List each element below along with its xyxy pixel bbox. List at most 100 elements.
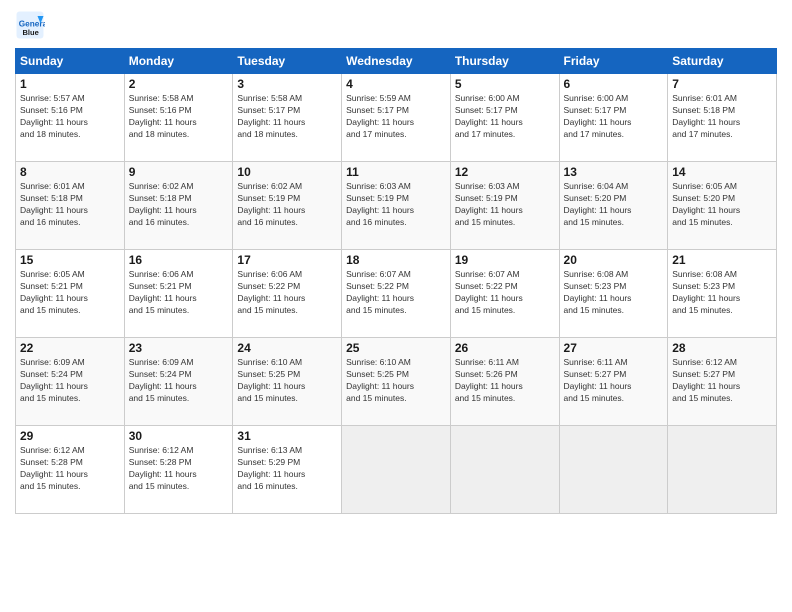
day-number: 30 (129, 429, 229, 443)
calendar-cell: 16 Sunrise: 6:06 AMSunset: 5:21 PMDayligh… (124, 250, 233, 338)
calendar-cell: 10Sunrise: 6:02 AMSunset: 5:19 PMDayligh… (233, 162, 342, 250)
calendar-cell: 14Sunrise: 6:05 AMSunset: 5:20 PMDayligh… (668, 162, 777, 250)
day-number: 10 (237, 165, 337, 179)
page: General Blue SundayMondayTuesdayWednesda… (0, 0, 792, 612)
calendar-cell: 19 Sunrise: 6:07 AMSunset: 5:22 PMDayligh… (450, 250, 559, 338)
day-number: 18 (346, 253, 446, 267)
day-info: Sunrise: 6:10 AMSunset: 5:25 PMDaylight:… (237, 357, 337, 405)
day-info: Sunrise: 6:08 AMSunset: 5:23 PMDaylight:… (564, 269, 664, 317)
day-info: Sunrise: 6:01 AMSunset: 5:18 PMDaylight:… (20, 181, 120, 229)
calendar-cell: 12 Sunrise: 6:03 AMSunset: 5:19 PMDayligh… (450, 162, 559, 250)
day-info: Sunrise: 6:11 AMSunset: 5:26 PMDaylight:… (455, 357, 555, 405)
day-number: 2 (129, 77, 229, 91)
calendar-cell: 15 Sunrise: 6:05 AMSunset: 5:21 PMDayligh… (16, 250, 125, 338)
calendar-cell: 21 Sunrise: 6:08 AMSunset: 5:23 PMDayligh… (668, 250, 777, 338)
day-info: Sunrise: 6:02 AMSunset: 5:18 PMDaylight:… (129, 181, 229, 229)
week-row-2: 8 Sunrise: 6:01 AMSunset: 5:18 PMDaylight… (16, 162, 777, 250)
logo: General Blue (15, 10, 49, 40)
day-number: 23 (129, 341, 229, 355)
header: General Blue (15, 10, 777, 40)
day-info: Sunrise: 6:13 AMSunset: 5:29 PMDaylight:… (237, 445, 337, 493)
day-info: Sunrise: 6:12 AMSunset: 5:28 PMDaylight:… (129, 445, 229, 493)
calendar-cell: 29 Sunrise: 6:12 AMSunset: 5:28 PMDayligh… (16, 426, 125, 514)
day-info: Sunrise: 6:11 AMSunset: 5:27 PMDaylight:… (564, 357, 664, 405)
calendar-cell: 3 Sunrise: 5:58 AMSunset: 5:17 PMDaylight… (233, 74, 342, 162)
calendar-cell: 7 Sunrise: 6:01 AMSunset: 5:18 PMDaylight… (668, 74, 777, 162)
day-info: Sunrise: 6:05 AMSunset: 5:20 PMDaylight:… (672, 181, 772, 229)
day-number: 27 (564, 341, 664, 355)
day-info: Sunrise: 6:10 AMSunset: 5:25 PMDaylight:… (346, 357, 446, 405)
day-number: 22 (20, 341, 120, 355)
calendar-cell: 23 Sunrise: 6:09 AMSunset: 5:24 PMDayligh… (124, 338, 233, 426)
day-info: Sunrise: 6:12 AMSunset: 5:28 PMDaylight:… (20, 445, 120, 493)
day-number: 3 (237, 77, 337, 91)
day-number: 15 (20, 253, 120, 267)
day-number: 4 (346, 77, 446, 91)
calendar-cell: 5 Sunrise: 6:00 AMSunset: 5:17 PMDaylight… (450, 74, 559, 162)
day-number: 11 (346, 165, 446, 179)
weekday-header-friday: Friday (559, 49, 668, 74)
day-number: 5 (455, 77, 555, 91)
day-info: Sunrise: 6:06 AMSunset: 5:22 PMDaylight:… (237, 269, 337, 317)
day-number: 7 (672, 77, 772, 91)
day-number: 21 (672, 253, 772, 267)
day-number: 1 (20, 77, 120, 91)
day-info: Sunrise: 6:03 AMSunset: 5:19 PMDaylight:… (346, 181, 446, 229)
weekday-header-thursday: Thursday (450, 49, 559, 74)
day-number: 31 (237, 429, 337, 443)
calendar-cell (342, 426, 451, 514)
calendar-cell: 8 Sunrise: 6:01 AMSunset: 5:18 PMDaylight… (16, 162, 125, 250)
day-number: 8 (20, 165, 120, 179)
day-number: 25 (346, 341, 446, 355)
weekday-header-sunday: Sunday (16, 49, 125, 74)
day-info: Sunrise: 6:07 AMSunset: 5:22 PMDaylight:… (346, 269, 446, 317)
calendar: SundayMondayTuesdayWednesdayThursdayFrid… (15, 48, 777, 514)
calendar-cell: 30 Sunrise: 6:12 AMSunset: 5:28 PMDayligh… (124, 426, 233, 514)
weekday-header-monday: Monday (124, 49, 233, 74)
weekday-header-wednesday: Wednesday (342, 49, 451, 74)
day-number: 29 (20, 429, 120, 443)
weekday-header-saturday: Saturday (668, 49, 777, 74)
calendar-cell: 18 Sunrise: 6:07 AMSunset: 5:22 PMDayligh… (342, 250, 451, 338)
day-info: Sunrise: 6:05 AMSunset: 5:21 PMDaylight:… (20, 269, 120, 317)
week-row-1: 1Sunrise: 5:57 AMSunset: 5:16 PMDaylight… (16, 74, 777, 162)
day-number: 12 (455, 165, 555, 179)
calendar-cell: 6Sunrise: 6:00 AMSunset: 5:17 PMDaylight… (559, 74, 668, 162)
calendar-cell: 24 Sunrise: 6:10 AMSunset: 5:25 PMDayligh… (233, 338, 342, 426)
day-info: Sunrise: 6:06 AMSunset: 5:21 PMDaylight:… (129, 269, 229, 317)
calendar-cell: 2 Sunrise: 5:58 AMSunset: 5:16 PMDaylight… (124, 74, 233, 162)
day-number: 28 (672, 341, 772, 355)
calendar-cell: 9Sunrise: 6:02 AMSunset: 5:18 PMDaylight… (124, 162, 233, 250)
day-info: Sunrise: 6:07 AMSunset: 5:22 PMDaylight:… (455, 269, 555, 317)
calendar-cell (450, 426, 559, 514)
day-number: 19 (455, 253, 555, 267)
calendar-cell: 20Sunrise: 6:08 AMSunset: 5:23 PMDayligh… (559, 250, 668, 338)
day-info: Sunrise: 6:00 AMSunset: 5:17 PMDaylight:… (455, 93, 555, 141)
logo-icon: General Blue (15, 10, 45, 40)
week-row-3: 15 Sunrise: 6:05 AMSunset: 5:21 PMDayligh… (16, 250, 777, 338)
day-info: Sunrise: 5:59 AMSunset: 5:17 PMDaylight:… (346, 93, 446, 141)
calendar-cell: 25 Sunrise: 6:10 AMSunset: 5:25 PMDayligh… (342, 338, 451, 426)
day-info: Sunrise: 6:03 AMSunset: 5:19 PMDaylight:… (455, 181, 555, 229)
day-info: Sunrise: 5:58 AMSunset: 5:17 PMDaylight:… (237, 93, 337, 141)
weekday-header-row: SundayMondayTuesdayWednesdayThursdayFrid… (16, 49, 777, 74)
day-info: Sunrise: 6:08 AMSunset: 5:23 PMDaylight:… (672, 269, 772, 317)
calendar-cell (559, 426, 668, 514)
day-info: Sunrise: 6:09 AMSunset: 5:24 PMDaylight:… (129, 357, 229, 405)
week-row-5: 29 Sunrise: 6:12 AMSunset: 5:28 PMDayligh… (16, 426, 777, 514)
day-number: 6 (564, 77, 664, 91)
day-info: Sunrise: 5:58 AMSunset: 5:16 PMDaylight:… (129, 93, 229, 141)
calendar-cell: 17Sunrise: 6:06 AMSunset: 5:22 PMDayligh… (233, 250, 342, 338)
calendar-cell: 1Sunrise: 5:57 AMSunset: 5:16 PMDaylight… (16, 74, 125, 162)
day-info: Sunrise: 6:01 AMSunset: 5:18 PMDaylight:… (672, 93, 772, 141)
calendar-cell: 31 Sunrise: 6:13 AMSunset: 5:29 PMDayligh… (233, 426, 342, 514)
week-row-4: 22 Sunrise: 6:09 AMSunset: 5:24 PMDayligh… (16, 338, 777, 426)
calendar-cell: 28Sunrise: 6:12 AMSunset: 5:27 PMDayligh… (668, 338, 777, 426)
day-info: Sunrise: 6:09 AMSunset: 5:24 PMDaylight:… (20, 357, 120, 405)
day-number: 24 (237, 341, 337, 355)
calendar-cell: 26Sunrise: 6:11 AMSunset: 5:26 PMDayligh… (450, 338, 559, 426)
day-number: 13 (564, 165, 664, 179)
day-number: 16 (129, 253, 229, 267)
calendar-cell: 11 Sunrise: 6:03 AMSunset: 5:19 PMDayligh… (342, 162, 451, 250)
calendar-cell: 13Sunrise: 6:04 AMSunset: 5:20 PMDayligh… (559, 162, 668, 250)
